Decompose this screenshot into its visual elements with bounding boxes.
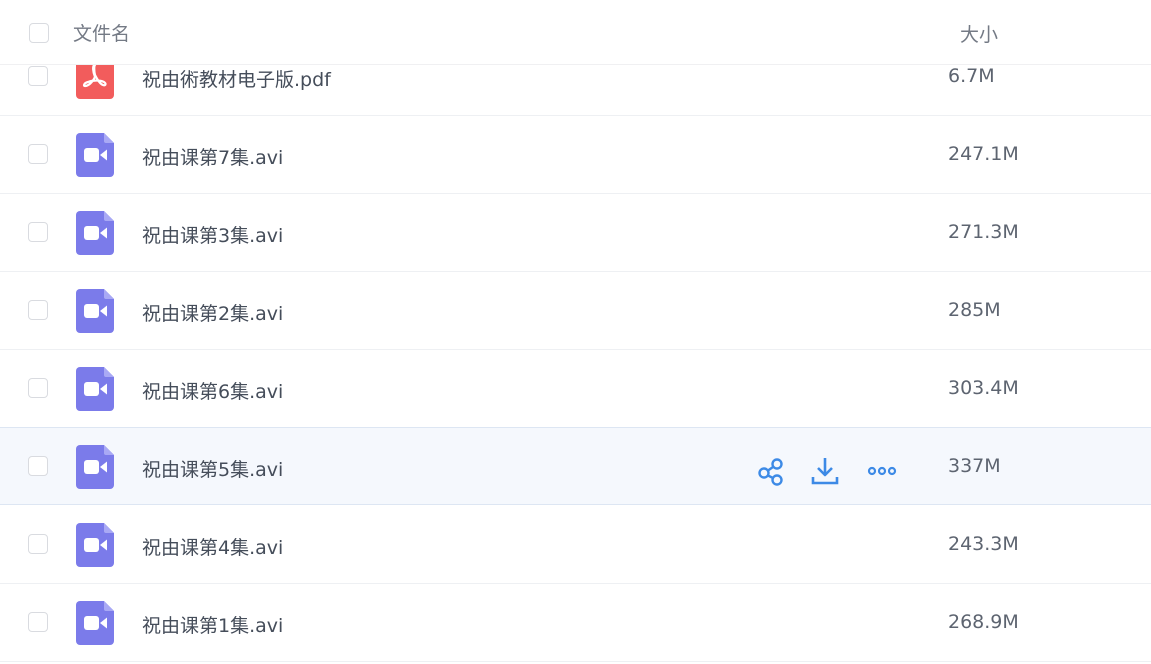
file-name[interactable]: 祝由课第7集.avi	[142, 143, 283, 170]
file-name[interactable]: 祝由课第6集.avi	[142, 377, 283, 404]
file-row-checkbox[interactable]	[28, 144, 48, 164]
file-row[interactable]: 祝由课第7集.avi 247.1M	[0, 116, 1151, 194]
file-size: 268.9M	[948, 611, 1019, 633]
file-row-checkbox[interactable]	[28, 456, 48, 476]
video-icon	[76, 367, 114, 411]
file-row-checkbox[interactable]	[28, 534, 48, 554]
select-all-checkbox[interactable]	[29, 23, 49, 43]
file-size: 285M	[948, 299, 1001, 321]
file-size: 271.3M	[948, 221, 1019, 243]
file-row[interactable]: 祝由课第3集.avi 271.3M	[0, 194, 1151, 272]
file-row-hovered[interactable]: 祝由课第5集.avi 337M	[0, 427, 1151, 505]
file-name[interactable]: 祝由课第4集.avi	[142, 533, 283, 560]
video-icon	[76, 133, 114, 177]
video-icon	[76, 289, 114, 333]
file-size: 247.1M	[948, 143, 1019, 165]
file-row-checkbox[interactable]	[28, 378, 48, 398]
file-row[interactable]: 祝由课第1集.avi 268.9M	[0, 584, 1151, 662]
download-icon[interactable]	[810, 456, 840, 486]
more-icon[interactable]	[867, 456, 897, 486]
file-name[interactable]: 祝由课第1集.avi	[142, 611, 283, 638]
file-size: 6.7M	[948, 65, 995, 87]
file-name[interactable]: 祝由课第5集.avi	[142, 455, 283, 482]
video-icon	[76, 211, 114, 255]
column-header-size[interactable]: 大小	[960, 20, 998, 47]
file-size: 303.4M	[948, 377, 1019, 399]
video-icon	[76, 523, 114, 567]
share-icon[interactable]	[756, 456, 786, 486]
file-name[interactable]: 祝由课第2集.avi	[142, 299, 283, 326]
file-name[interactable]: 祝由術教材电子版.pdf	[142, 65, 331, 92]
file-row-checkbox[interactable]	[28, 612, 48, 632]
file-list-header: 文件名 大小	[0, 0, 1151, 65]
file-row[interactable]: 祝由课第6集.avi 303.4M	[0, 350, 1151, 428]
file-list: 祝由術教材电子版.pdf 6.7M 祝由课第7集.avi 247.1M 祝由课第…	[0, 0, 1151, 664]
file-size: 337M	[948, 455, 1001, 477]
file-row[interactable]: 祝由课第4集.avi 243.3M	[0, 506, 1151, 584]
file-name[interactable]: 祝由课第3集.avi	[142, 221, 283, 248]
column-header-name[interactable]: 文件名	[73, 19, 130, 46]
video-icon	[76, 601, 114, 645]
file-row-checkbox[interactable]	[28, 300, 48, 320]
file-size: 243.3M	[948, 533, 1019, 555]
video-icon	[76, 445, 114, 489]
file-row-checkbox[interactable]	[28, 66, 48, 86]
file-row-checkbox[interactable]	[28, 222, 48, 242]
file-row[interactable]: 祝由课第2集.avi 285M	[0, 272, 1151, 350]
